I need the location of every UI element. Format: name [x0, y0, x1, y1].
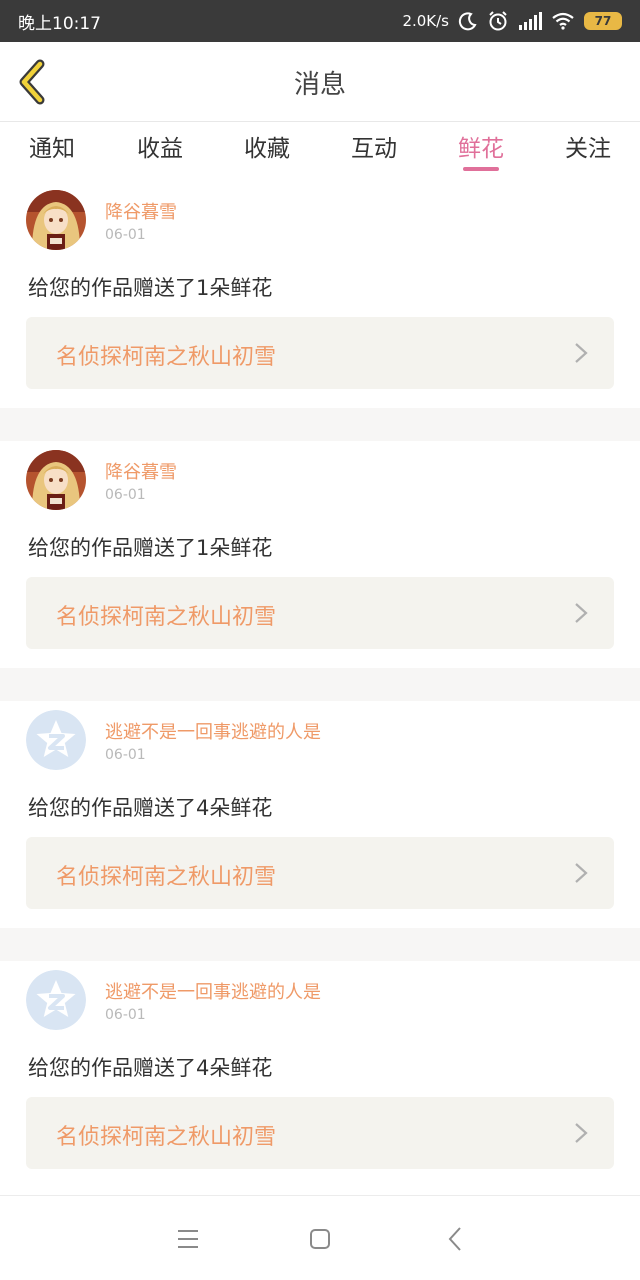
work-link-button[interactable]: 名侦探柯南之秋山初雪: [26, 1097, 614, 1169]
avatar[interactable]: [26, 710, 86, 770]
avatar[interactable]: [26, 190, 86, 250]
username[interactable]: 降谷暮雪: [105, 198, 177, 224]
work-title: 名侦探柯南之秋山初雪: [56, 345, 277, 370]
work-link-button[interactable]: 名侦探柯南之秋山初雪: [26, 317, 614, 389]
status-time: 晚上10:17: [18, 13, 101, 34]
menu-button[interactable]: [173, 1224, 203, 1254]
page-title: 消息: [293, 70, 346, 100]
default-avatar-icon: [26, 710, 86, 770]
tab-notifications[interactable]: 通知: [29, 129, 75, 163]
divider: [0, 668, 640, 701]
tab-earnings[interactable]: 收益: [137, 129, 183, 163]
active-tab-indicator: [463, 167, 499, 171]
alarm-icon: [487, 10, 509, 32]
chevron-right-icon: [575, 863, 588, 883]
signal-icon: [518, 12, 542, 30]
anime-avatar-icon: [26, 450, 86, 510]
battery-icon: 77: [584, 12, 622, 30]
divider: [0, 928, 640, 961]
tab-flowers[interactable]: 鲜花: [458, 129, 504, 163]
avatar[interactable]: [26, 450, 86, 510]
message-text: 给您的作品赠送了4朵鲜花: [28, 796, 273, 820]
status-bar: 晚上10:17 2.0K/s 77: [0, 0, 640, 42]
work-title: 名侦探柯南之秋山初雪: [56, 605, 277, 630]
message-date: 06-01: [105, 227, 146, 243]
list-item: 降谷暮雪 06-01 给您的作品赠送了1朵鲜花 名侦探柯南之秋山初雪: [0, 441, 640, 668]
menu-icon: [178, 1230, 198, 1248]
work-link-button[interactable]: 名侦探柯南之秋山初雪: [26, 577, 614, 649]
moon-icon: [458, 11, 478, 31]
chevron-right-icon: [575, 1123, 588, 1143]
header-bar: 消息: [0, 42, 640, 122]
avatar[interactable]: [26, 970, 86, 1030]
message-date: 06-01: [105, 747, 146, 763]
tab-favorites[interactable]: 收藏: [244, 129, 290, 163]
battery-level: 77: [594, 14, 612, 28]
username[interactable]: 降谷暮雪: [105, 458, 177, 484]
message-text: 给您的作品赠送了1朵鲜花: [28, 536, 273, 560]
message-text: 给您的作品赠送了4朵鲜花: [28, 1056, 273, 1080]
wifi-icon: [551, 12, 575, 30]
home-square-icon: [310, 1229, 330, 1249]
list-item: 降谷暮雪 06-01 给您的作品赠送了1朵鲜花 名侦探柯南之秋山初雪: [0, 181, 640, 408]
chevron-right-icon: [575, 343, 588, 363]
network-speed: 2.0K/s: [402, 12, 449, 30]
anime-avatar-icon: [26, 190, 86, 250]
username[interactable]: 逃避不是一回事逃避的人是: [105, 718, 321, 744]
default-avatar-icon: [26, 970, 86, 1030]
chevron-right-icon: [575, 603, 588, 623]
divider: [0, 408, 640, 441]
back-nav-button[interactable]: [440, 1224, 470, 1254]
message-text: 给您的作品赠送了1朵鲜花: [28, 276, 273, 300]
work-title: 名侦探柯南之秋山初雪: [56, 1125, 277, 1150]
list-item: 逃避不是一回事逃避的人是 06-01 给您的作品赠送了4朵鲜花 名侦探柯南之秋山…: [0, 961, 640, 1188]
tab-interactions[interactable]: 互动: [351, 129, 397, 163]
username[interactable]: 逃避不是一回事逃避的人是: [105, 978, 321, 1004]
work-title: 名侦探柯南之秋山初雪: [56, 865, 277, 890]
back-triangle-icon: [448, 1227, 461, 1251]
message-date: 06-01: [105, 1007, 146, 1023]
tab-bar: 通知 收益 收藏 互动 鲜花 关注: [0, 123, 640, 179]
home-button[interactable]: [305, 1224, 335, 1254]
tab-follows[interactable]: 关注: [565, 129, 611, 163]
work-link-button[interactable]: 名侦探柯南之秋山初雪: [26, 837, 614, 909]
list-item: 逃避不是一回事逃避的人是 06-01 给您的作品赠送了4朵鲜花 名侦探柯南之秋山…: [0, 701, 640, 928]
system-nav-bar: [0, 1195, 640, 1280]
message-list: 降谷暮雪 06-01 给您的作品赠送了1朵鲜花 名侦探柯南之秋山初雪 降谷暮雪: [0, 181, 640, 1188]
message-date: 06-01: [105, 487, 146, 503]
status-icons: 2.0K/s 77: [402, 10, 622, 32]
